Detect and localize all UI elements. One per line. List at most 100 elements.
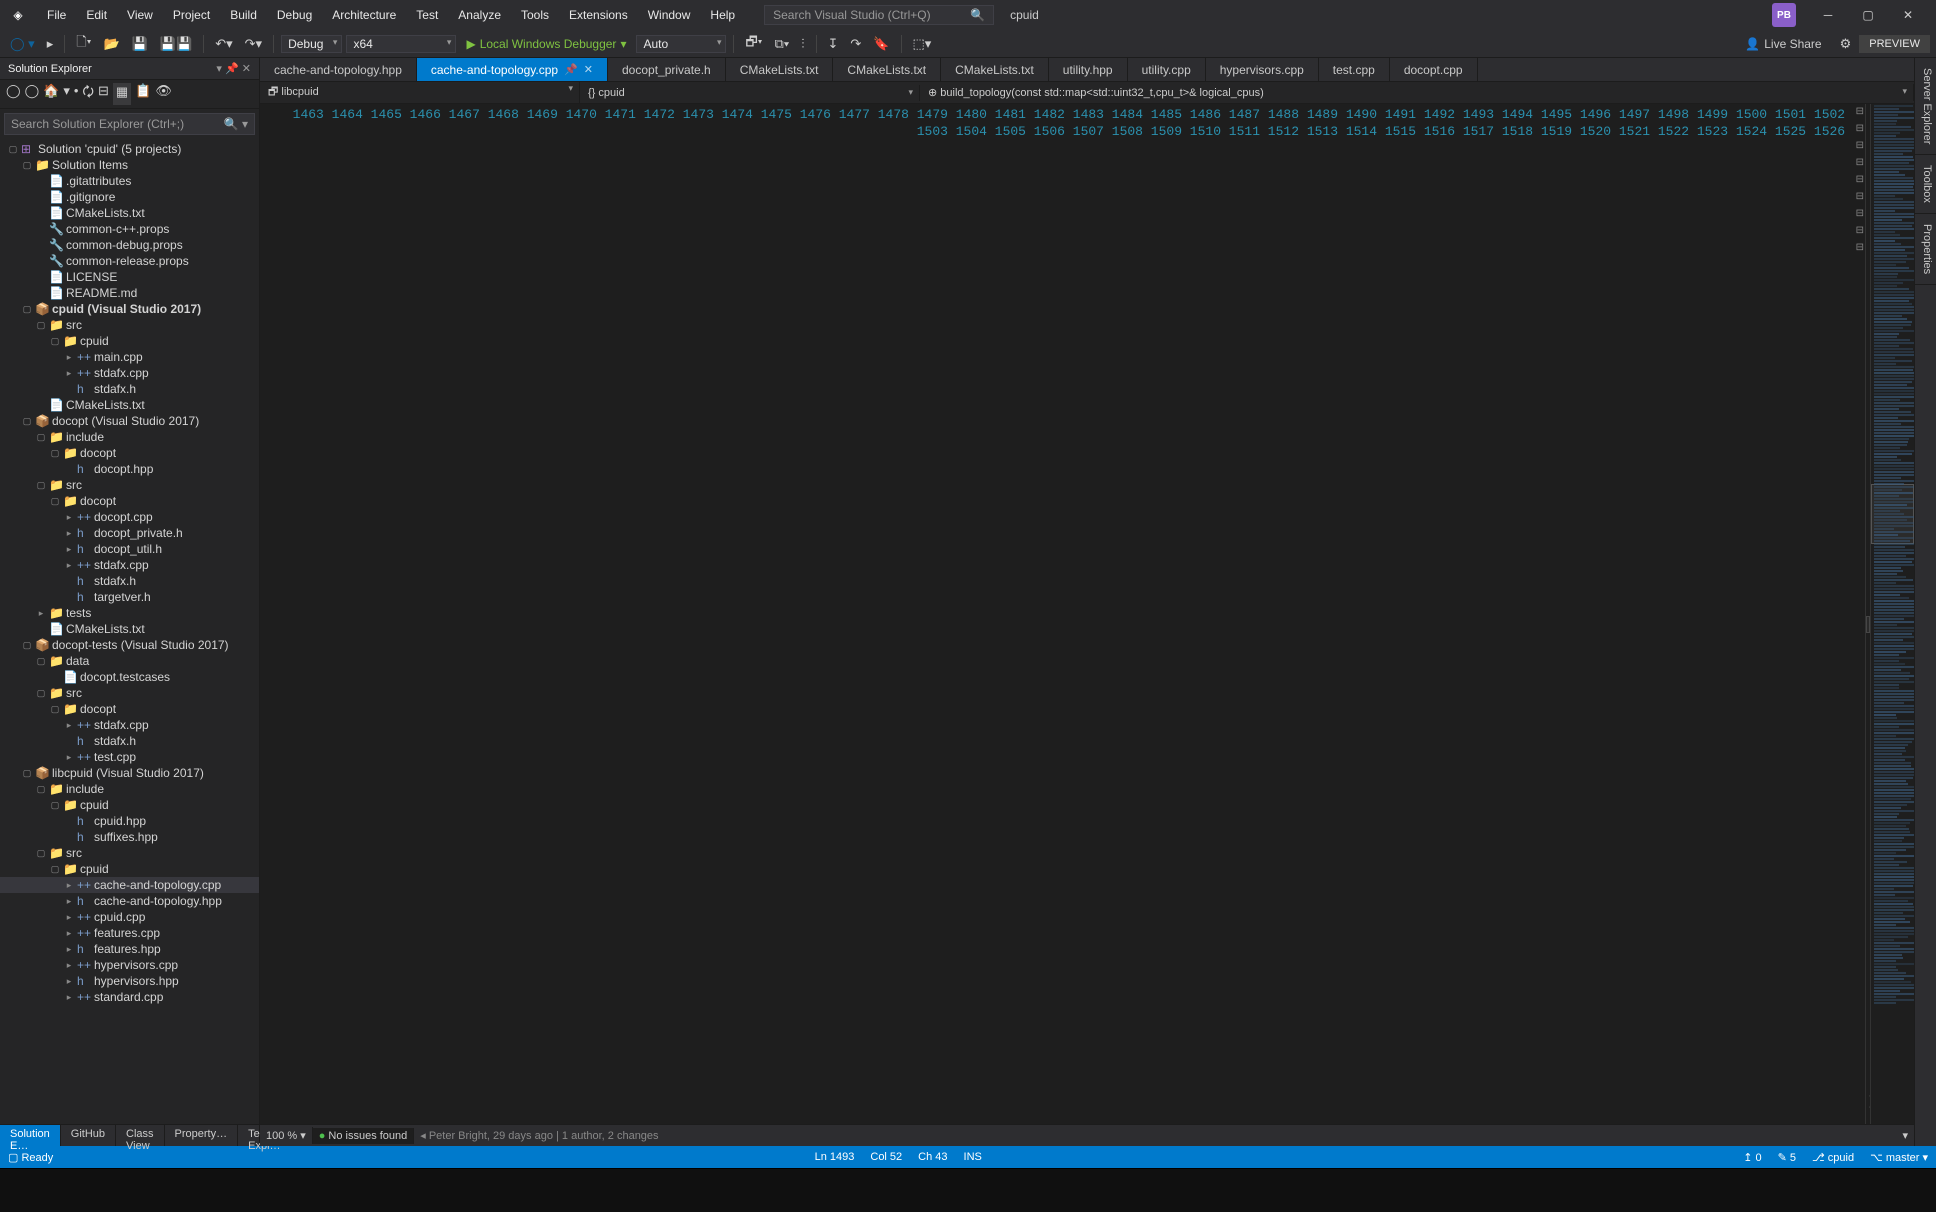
tree-item[interactable]: 📄CMakeLists.txt <box>0 397 259 413</box>
tree-item[interactable]: ▸++main.cpp <box>0 349 259 365</box>
tree-item[interactable]: ▢📁data <box>0 653 259 669</box>
feedback-icon[interactable]: ⚙ <box>1836 34 1856 54</box>
tree-item[interactable]: ▢📦cpuid (Visual Studio 2017) <box>0 301 259 317</box>
tree-item[interactable]: ▢📁src <box>0 317 259 333</box>
menu-window[interactable]: Window <box>639 4 700 26</box>
menu-edit[interactable]: Edit <box>77 4 116 26</box>
tree-item[interactable]: htargetver.h <box>0 589 259 605</box>
thread-icon[interactable]: ⧉▾ <box>771 34 794 54</box>
tree-item[interactable]: ▢📁Solution Items <box>0 157 259 173</box>
tree-item[interactable]: 🔧common-c++.props <box>0 221 259 237</box>
tree-item[interactable]: ▸++docopt.cpp <box>0 509 259 525</box>
editor-tab[interactable]: CMakeLists.txt <box>726 58 834 81</box>
tree-item[interactable]: ▸++standard.cpp <box>0 989 259 1005</box>
bottom-tab[interactable]: Class View <box>116 1125 165 1146</box>
tree-item[interactable]: ▸hdocopt_private.h <box>0 525 259 541</box>
fold-column[interactable]: ⊟ ⊟ ⊟ ⊟ ⊟ ⊟ ⊟ ⊟ ⊟ <box>1855 104 1865 1124</box>
menu-debug[interactable]: Debug <box>268 4 321 26</box>
codelens-indicator[interactable]: ◂ Peter Bright, 29 days ago | 1 author, … <box>414 1127 1896 1144</box>
line-indicator[interactable]: Ln 1493 <box>815 1151 855 1163</box>
pending-icon[interactable]: • <box>74 83 79 105</box>
tree-item[interactable]: ▸++stdafx.cpp <box>0 717 259 733</box>
minimize-button[interactable]: ─ <box>1808 1 1848 29</box>
step-over-icon[interactable]: ↷ <box>846 34 865 54</box>
menu-architecture[interactable]: Architecture <box>323 4 405 26</box>
tree-item[interactable]: ▢📁docopt <box>0 701 259 717</box>
tree-item[interactable]: ▢📁docopt <box>0 493 259 509</box>
tree-item[interactable]: ▸++cache-and-topology.cpp <box>0 877 259 893</box>
col-indicator[interactable]: Col 52 <box>870 1151 902 1163</box>
tree-item[interactable]: hstdafx.h <box>0 733 259 749</box>
pull-indicator[interactable]: ✎ 5 <box>1778 1151 1796 1164</box>
switch-view-icon[interactable]: ▾ <box>63 83 70 105</box>
start-debug-button[interactable]: ▶ Local Windows Debugger ▾ <box>460 35 632 53</box>
nav-fwd-icon[interactable]: ▸ <box>43 34 58 54</box>
tree-item[interactable]: ▢📦docopt (Visual Studio 2017) <box>0 413 259 429</box>
home-icon[interactable]: 🏠 <box>43 83 59 105</box>
solution-root[interactable]: ▢⊞Solution 'cpuid' (5 projects) <box>0 141 259 157</box>
close-icon[interactable]: ✕ <box>242 63 251 75</box>
side-tab[interactable]: Properties <box>1915 214 1936 285</box>
tree-item[interactable]: ▢📁src <box>0 845 259 861</box>
tree-item[interactable]: ▢📦libcpuid (Visual Studio 2017) <box>0 765 259 781</box>
tree-item[interactable]: hstdafx.h <box>0 573 259 589</box>
tree-item[interactable]: 🔧common-debug.props <box>0 237 259 253</box>
tree-item[interactable]: ▸++cpuid.cpp <box>0 909 259 925</box>
save-all-icon[interactable]: 💾💾 <box>156 34 196 54</box>
tree-item[interactable]: ▢📁cpuid <box>0 797 259 813</box>
dropdown-icon[interactable]: ▾ <box>216 63 222 75</box>
tree-item[interactable]: 📄docopt.testcases <box>0 669 259 685</box>
editor-tab[interactable]: test.cpp <box>1319 58 1390 81</box>
bottom-tab[interactable]: GitHub <box>61 1125 116 1146</box>
windows-taskbar[interactable] <box>0 1168 1936 1212</box>
new-project-icon[interactable]: 🗋▾ <box>72 31 95 57</box>
tree-item[interactable]: ▸++hypervisors.cpp <box>0 957 259 973</box>
side-tab[interactable]: Server Explorer <box>1915 58 1936 155</box>
fwd-icon[interactable]: ◯ <box>25 83 40 105</box>
live-share-button[interactable]: 👤 Live Share <box>1745 37 1821 51</box>
tree-item[interactable]: ▢📁cpuid <box>0 861 259 877</box>
code-editor[interactable]: 1463 1464 1465 1466 1467 1468 1469 1470 … <box>260 104 1914 1124</box>
tree-item[interactable]: ▸hhypervisors.hpp <box>0 973 259 989</box>
editor-tab[interactable]: utility.hpp <box>1049 58 1128 81</box>
menu-build[interactable]: Build <box>221 4 266 26</box>
nav-namespace-dropdown[interactable]: {} cpuid <box>580 85 920 101</box>
minimap[interactable] <box>1870 104 1914 1124</box>
preview-icon[interactable]: 👁 <box>155 83 172 105</box>
pin-icon[interactable]: 📌 <box>225 63 239 75</box>
undo-icon[interactable]: ↶▾ <box>211 34 236 54</box>
menu-project[interactable]: Project <box>164 4 219 26</box>
tree-item[interactable]: 📄README.md <box>0 285 259 301</box>
menu-file[interactable]: File <box>38 4 75 26</box>
repo-indicator[interactable]: ⎇ cpuid <box>1812 1151 1854 1164</box>
ins-indicator[interactable]: INS <box>964 1151 982 1163</box>
tree-item[interactable]: ▢📁include <box>0 429 259 445</box>
tree-item[interactable]: ▢📁include <box>0 781 259 797</box>
tree-item[interactable]: ▸++test.cpp <box>0 749 259 765</box>
save-icon[interactable]: 💾 <box>128 34 152 54</box>
tree-item[interactable]: hcpuid.hpp <box>0 813 259 829</box>
tree-item[interactable]: ▸hcache-and-topology.hpp <box>0 893 259 909</box>
editor-tab[interactable]: CMakeLists.txt <box>833 58 941 81</box>
collapse-icon[interactable]: ⊟ <box>98 83 109 105</box>
tree-item[interactable]: hdocopt.hpp <box>0 461 259 477</box>
tree-item[interactable]: ▢📁cpuid <box>0 333 259 349</box>
editor-tab[interactable]: utility.cpp <box>1128 58 1206 81</box>
bottom-tab[interactable]: Solution E… <box>0 1125 61 1146</box>
line-ending[interactable]: ▾ <box>1896 1127 1914 1144</box>
tree-item[interactable]: ▸hfeatures.hpp <box>0 941 259 957</box>
close-button[interactable]: ✕ <box>1888 1 1928 29</box>
tree-item[interactable]: 📄LICENSE <box>0 269 259 285</box>
properties-icon[interactable]: 📋 <box>135 83 151 105</box>
branch-indicator[interactable]: ⌥ master ▾ <box>1870 1151 1928 1164</box>
tree-item[interactable]: ▢📁src <box>0 685 259 701</box>
tree-item[interactable]: 📄CMakeLists.txt <box>0 205 259 221</box>
tree-item[interactable]: hsuffixes.hpp <box>0 829 259 845</box>
editor-tab[interactable]: docopt.cpp <box>1390 58 1478 81</box>
tree-item[interactable]: ▢📦docopt-tests (Visual Studio 2017) <box>0 637 259 653</box>
process-icon[interactable]: 🗗▾ <box>741 31 766 57</box>
solution-search[interactable]: Search Solution Explorer (Ctrl+;) 🔍 ▾ <box>4 113 255 135</box>
editor-tab[interactable]: cache-and-topology.hpp <box>260 58 417 81</box>
menu-help[interactable]: Help <box>701 4 744 26</box>
platform-dropdown[interactable]: x64 <box>346 35 456 53</box>
